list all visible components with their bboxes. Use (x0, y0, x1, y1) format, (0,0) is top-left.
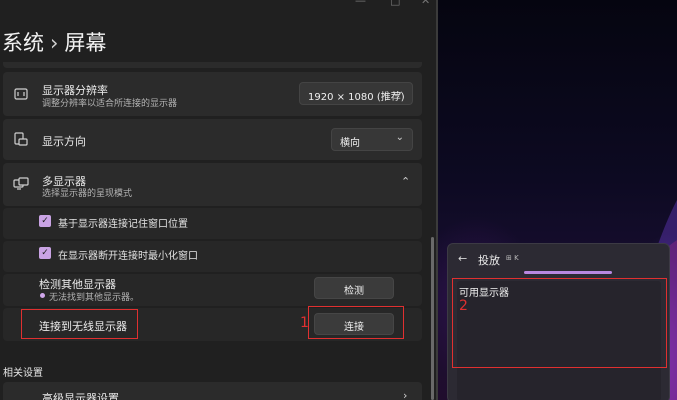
resolution-dropdown[interactable]: 1920 × 1080 (推荐) ⌄ (299, 82, 413, 105)
window-controls: — □ ✕ (355, 0, 435, 8)
back-arrow-icon[interactable]: ← (458, 252, 467, 265)
related-settings-heading: 相关设置 (3, 368, 43, 379)
detect-status: 无法找到其他显示器。 (49, 293, 140, 303)
cast-shortcut: ⊞ K (506, 254, 519, 262)
window-border (436, 0, 438, 400)
multi-display-description: 选择显示器的呈现模式 (42, 189, 133, 199)
orientation-icon (14, 132, 28, 146)
scrollbar-thumb[interactable] (431, 237, 434, 400)
page-title: 屏幕 (64, 31, 107, 55)
cast-title: 投放 (478, 254, 500, 267)
multi-display-icon (13, 177, 29, 190)
previous-card-edge (3, 62, 422, 68)
orientation-dropdown[interactable]: 横向 ⌄ (331, 128, 413, 151)
minimize-window-checkbox[interactable]: ✓ (39, 247, 51, 259)
advanced-display-row[interactable]: 高级显示器设置 › (3, 382, 422, 400)
minimize-window-label: 在显示器断开连接时最小化窗口 (58, 251, 198, 262)
chevron-right-icon: › (403, 389, 408, 400)
remember-window-checkbox[interactable]: ✓ (39, 215, 51, 227)
orientation-card: 显示方向 横向 ⌄ (3, 119, 422, 160)
settings-window: — □ ✕ 系统 › 屏幕 显示器分辨率 调整分辨率以适合所连接的显示器 1920 … (0, 0, 436, 400)
detect-button[interactable]: 检测 (314, 277, 394, 299)
resolution-card: 显示器分辨率 调整分辨率以适合所连接的显示器 1920 × 1080 (推荐) … (3, 72, 422, 116)
orientation-title: 显示方向 (42, 135, 86, 148)
annotation-box-connect-button (308, 306, 404, 339)
resolution-description: 调整分辨率以适合所连接的显示器 (42, 99, 178, 109)
annotation-box-wireless-label (21, 309, 138, 339)
annotation-number-1: 1 (300, 315, 309, 331)
resolution-value: 1920 × 1080 (推荐) (308, 92, 405, 103)
annotation-number-2: 2 (459, 298, 468, 314)
breadcrumb: 系统 › 屏幕 (2, 27, 106, 57)
cast-progress-bar (524, 271, 612, 274)
breadcrumb-separator: › (50, 31, 59, 55)
annotation-box-available-displays (452, 278, 667, 368)
chevron-down-icon: ⌄ (395, 86, 404, 97)
resolution-icon (14, 88, 28, 100)
remember-window-label: 基于显示器连接记住窗口位置 (58, 219, 188, 230)
maximize-button[interactable]: □ (390, 0, 400, 7)
advanced-display-label: 高级显示器设置 (42, 392, 119, 400)
status-dot (40, 293, 45, 298)
orientation-value: 横向 (340, 138, 360, 149)
multi-display-card[interactable]: 多显示器 选择显示器的呈现模式 ⌃ (3, 163, 422, 206)
breadcrumb-parent[interactable]: 系统 (2, 31, 44, 55)
minimize-button[interactable]: — (355, 0, 366, 7)
chevron-down-icon: ⌄ (395, 132, 404, 143)
chevron-up-icon[interactable]: ⌃ (401, 175, 410, 188)
